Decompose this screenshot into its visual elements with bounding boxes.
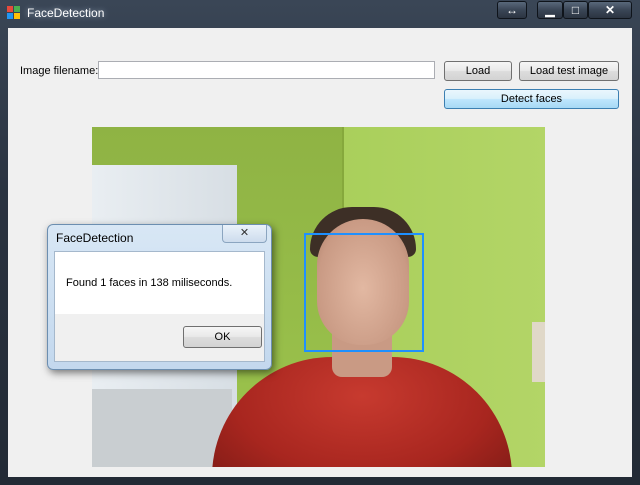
dialog-message: Found 1 faces in 138 miliseconds. [66,277,233,289]
photo-desk [92,389,232,467]
detect-faces-button[interactable]: Detect faces [444,89,619,109]
dialog-body: Found 1 faces in 138 miliseconds. [55,252,264,314]
ok-button[interactable]: OK [183,326,262,348]
photo-poster [532,322,545,382]
app-icon [7,6,21,20]
maximize-button[interactable]: □ [563,1,588,19]
resize-arrows-button[interactable]: ↔ [497,1,527,19]
load-button[interactable]: Load [444,61,512,81]
dialog-close-icon[interactable]: ✕ [222,225,267,243]
dialog-title: FaceDetection [56,231,134,245]
minimize-button[interactable]: ▁ [537,1,563,19]
filename-input[interactable] [98,61,435,79]
message-dialog: FaceDetection ✕ Found 1 faces in 138 mil… [47,224,272,370]
dialog-client: Found 1 faces in 138 miliseconds. OK [54,251,265,362]
load-test-image-button[interactable]: Load test image [519,61,619,81]
detected-face-box [304,233,424,352]
title-bar[interactable]: FaceDetection ↔ ▁ □ ✕ [0,0,640,26]
window-title: FaceDetection [27,6,105,20]
main-window: FaceDetection ↔ ▁ □ ✕ Image filename: Lo… [0,0,640,485]
filename-label: Image filename: [20,65,99,77]
close-button[interactable]: ✕ [588,1,632,19]
